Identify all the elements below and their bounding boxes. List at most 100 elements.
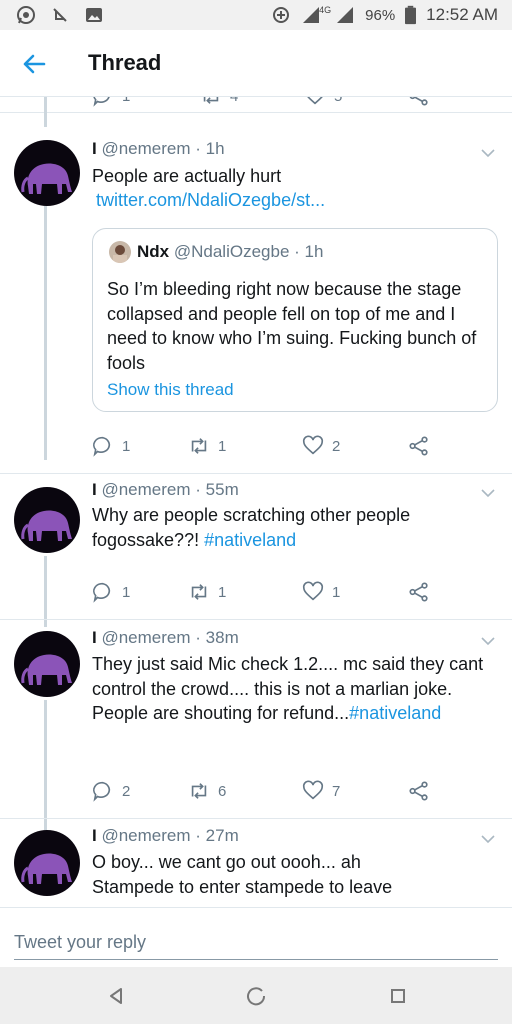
thread-line — [44, 206, 47, 460]
timestamp: 38m — [205, 628, 239, 647]
tweet-actions: 2 6 7 — [92, 780, 492, 806]
nav-home-icon[interactable] — [244, 984, 268, 1008]
battery-icon — [405, 5, 417, 25]
like-count: 2 — [332, 437, 341, 455]
tweet-actions: 1 1 1 — [92, 581, 492, 607]
reply-button[interactable]: 1 — [92, 581, 130, 603]
retweet-count: 1 — [218, 437, 227, 455]
signal-icon-2 — [337, 7, 354, 23]
hashtag-link[interactable]: #nativeland — [204, 530, 296, 550]
page-title: Thread — [88, 50, 162, 75]
reply-bar — [0, 907, 512, 967]
share-icon — [409, 781, 428, 801]
timestamp: 27m — [205, 826, 239, 845]
display-name[interactable]: I — [92, 139, 97, 158]
thread-line — [44, 97, 47, 127]
share-button[interactable] — [408, 581, 430, 603]
like-count: 1 — [332, 583, 341, 601]
network-label: 4G — [319, 5, 332, 15]
reply-button[interactable]: 1 — [92, 97, 130, 107]
elephant-avatar-image — [21, 163, 72, 194]
heart-icon — [307, 97, 323, 105]
timestamp: 55m — [205, 480, 239, 499]
system-nav-bar — [0, 967, 512, 1024]
heart-icon — [302, 435, 324, 455]
quoted-tweet-card[interactable]: Ndx @NdaliOzegbe · 1h So I’m bleeding ri… — [92, 228, 498, 412]
retweet-icon — [203, 97, 219, 104]
chevron-down-icon[interactable] — [480, 636, 496, 646]
notification-muted-icon — [53, 8, 67, 22]
retweet-button[interactable]: 1 — [188, 581, 226, 603]
elephant-avatar-image — [21, 654, 72, 685]
reply-button[interactable]: 2 — [92, 780, 130, 802]
display-name[interactable]: I — [92, 826, 97, 845]
avatar[interactable] — [14, 830, 80, 896]
user-handle[interactable]: @nemerem — [101, 628, 190, 647]
retweet-icon — [191, 438, 207, 454]
like-button[interactable]: 5 — [304, 97, 342, 107]
back-arrow-icon[interactable] — [20, 50, 48, 78]
chevron-down-icon[interactable] — [480, 834, 496, 844]
retweet-button[interactable]: 6 — [188, 780, 226, 802]
quote-timestamp: 1h — [304, 242, 324, 261]
thread-line — [44, 700, 47, 830]
reply-icon — [93, 436, 111, 457]
share-button[interactable] — [408, 435, 430, 457]
retweet-button[interactable]: 1 — [188, 435, 226, 457]
reply-icon — [93, 97, 110, 107]
chevron-down-icon[interactable] — [480, 148, 496, 158]
chevron-down-icon[interactable] — [480, 488, 496, 498]
display-name[interactable]: I — [92, 628, 97, 647]
quote-display-name: Ndx — [137, 242, 170, 261]
show-thread-link[interactable]: Show this thread — [107, 380, 234, 400]
reply-count: 1 — [122, 583, 131, 601]
divider — [0, 818, 512, 819]
retweet-icon — [191, 584, 207, 600]
tweet-text: People are actually hurt — [92, 166, 282, 186]
tweet-text: Why are people scratching other people f… — [92, 505, 411, 550]
share-icon — [409, 97, 428, 106]
previous-tweet-actions: 1 4 5 — [0, 97, 512, 111]
thread-content[interactable]: 1 4 5 — [0, 97, 512, 907]
nav-recents-icon[interactable] — [386, 984, 410, 1008]
heart-icon — [302, 581, 324, 601]
retweet-button[interactable]: 4 — [200, 97, 238, 107]
quote-handle: @NdaliOzegbe — [173, 242, 290, 261]
reply-icon — [93, 582, 111, 603]
tweet-text: O boy... we cant go out oooh... ah Stamp… — [92, 852, 393, 897]
reply-button[interactable]: 1 — [92, 435, 130, 457]
elephant-avatar-image — [21, 510, 72, 541]
user-handle[interactable]: @nemerem — [101, 139, 190, 158]
heart-icon — [302, 780, 324, 800]
reply-icon — [93, 781, 111, 802]
like-button[interactable]: 1 — [302, 581, 340, 603]
retweet-count: 1 — [218, 583, 227, 601]
share-icon — [409, 582, 428, 602]
quote-avatar-image — [113, 245, 127, 263]
user-handle[interactable]: @nemerem — [101, 826, 190, 845]
share-button[interactable] — [408, 780, 430, 802]
share-icon — [409, 436, 428, 456]
share-button[interactable] — [408, 97, 430, 107]
tweet-link[interactable]: twitter.com/NdaliOzegbe/st... — [96, 190, 325, 211]
tweet-text: They just said Mic check 1.2.... mc said… — [92, 654, 484, 723]
app-bar: Thread — [0, 30, 512, 97]
divider — [0, 473, 512, 474]
hashtag-link[interactable]: #nativeland — [349, 703, 441, 723]
avatar[interactable] — [14, 487, 80, 553]
status-bar: 4G 96% 12:52 AM — [0, 0, 512, 30]
nav-back-icon[interactable] — [104, 984, 128, 1008]
timestamp: 1h — [205, 139, 225, 158]
whatsapp-icon — [17, 6, 35, 24]
divider — [0, 112, 512, 113]
avatar[interactable] — [14, 631, 80, 697]
like-button[interactable]: 7 — [302, 780, 340, 802]
divider — [0, 619, 512, 620]
avatar[interactable] — [14, 140, 80, 206]
tweet-reply-input[interactable] — [14, 926, 498, 960]
like-button[interactable]: 2 — [302, 435, 340, 457]
user-handle[interactable]: @nemerem — [101, 480, 190, 499]
signal-icon — [303, 7, 320, 23]
display-name[interactable]: I — [92, 480, 97, 499]
clock: 12:52 AM — [426, 5, 498, 24]
